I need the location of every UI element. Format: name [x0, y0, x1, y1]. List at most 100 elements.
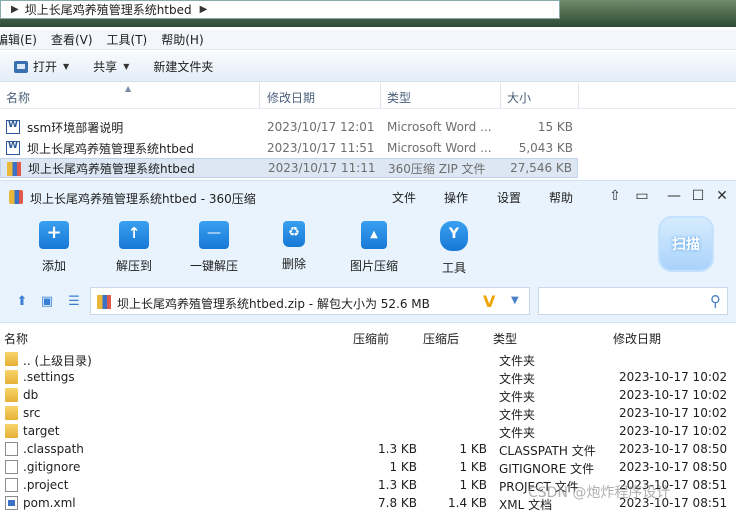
menu-operate[interactable]: 操作: [444, 189, 468, 206]
tools-label: 工具: [441, 261, 466, 275]
file-type: Microsoft Word ...: [387, 120, 492, 134]
archive-row[interactable]: .. (上级目录) 文件夹: [0, 350, 736, 368]
extract-to-label: 解压到: [115, 259, 152, 273]
menu-tools[interactable]: 工具(T): [107, 31, 148, 48]
entry-name: .gitignore: [23, 460, 81, 474]
entry-original-size: 1.3 KB: [378, 442, 417, 456]
column-divider[interactable]: [380, 83, 381, 109]
file-row[interactable]: ssm环境部署说明 2023/10/17 12:01 Microsoft Wor…: [0, 117, 736, 137]
open-button[interactable]: 打开 ▼: [14, 58, 69, 75]
scan-button[interactable]: 扫描: [658, 216, 714, 272]
file-date: 2023/10/17 12:01: [267, 120, 375, 134]
entry-original-size: 1.3 KB: [378, 478, 417, 492]
verified-badge-icon[interactable]: V: [483, 292, 495, 311]
zip-title-bar[interactable]: 坝上长尾鸡养殖管理系统htbed - 360压缩 文件 操作 设置 帮助 ⇧ ▭…: [0, 181, 736, 213]
file-name: 坝上长尾鸡养殖管理系统htbed: [27, 141, 194, 156]
archive-row[interactable]: .settings 文件夹 2023-10-17 10:02: [0, 368, 736, 386]
menu-view[interactable]: 查看(V): [51, 31, 93, 48]
column-name[interactable]: 名称: [6, 89, 30, 106]
menu-bar: 编辑(E) 查看(V) 工具(T) 帮助(H): [0, 30, 736, 50]
tools-button[interactable]: 工具: [424, 221, 484, 276]
column-name[interactable]: 名称: [4, 330, 28, 347]
entry-compressed-size: 1 KB: [459, 442, 487, 456]
image-compress-button[interactable]: 图片压缩: [344, 221, 404, 274]
entry-original-size: 7.8 KB: [378, 496, 417, 510]
folder-icon: [5, 388, 18, 402]
column-divider[interactable]: [500, 83, 501, 109]
thumbnail-view-icon[interactable]: ▣: [39, 295, 55, 309]
entry-compressed-size: 1 KB: [459, 460, 487, 474]
open-label: 打开: [33, 60, 58, 74]
menu-help[interactable]: 帮助: [549, 189, 573, 206]
archive-row[interactable]: .classpath 1.3 KB 1 KB CLASSPATH 文件 2023-10-…: [0, 440, 736, 458]
column-divider[interactable]: [259, 83, 260, 109]
breadcrumb-chevron-icon[interactable]: ▶: [200, 4, 208, 15]
column-type[interactable]: 类型: [493, 330, 517, 347]
entry-name: src: [23, 406, 41, 420]
zip-icon: [97, 295, 111, 309]
entry-type: 文件夹: [499, 408, 536, 422]
column-divider[interactable]: [578, 83, 579, 109]
file-row-selected[interactable]: 坝上长尾鸡养殖管理系统htbed 2023/10/17 11:11 360压缩 …: [0, 158, 578, 178]
column-type[interactable]: 类型: [387, 89, 411, 106]
menu-settings[interactable]: 设置: [497, 189, 521, 206]
file-name: ssm环境部署说明: [27, 120, 124, 135]
word-icon: [6, 120, 20, 134]
search-input[interactable]: ⚲: [538, 287, 728, 315]
file-row[interactable]: 坝上长尾鸡养殖管理系统htbed 2023/10/17 11:51 Micros…: [0, 138, 736, 158]
column-size[interactable]: 大小: [507, 89, 531, 106]
file-size: 5,043 KB: [518, 141, 573, 155]
zip-window: 坝上长尾鸡养殖管理系统htbed - 360压缩 文件 操作 设置 帮助 ⇧ ▭…: [0, 180, 736, 512]
new-folder-button[interactable]: 新建文件夹: [153, 58, 213, 75]
entry-date: 2023-10-17 08:50: [619, 442, 728, 456]
archive-row[interactable]: src 文件夹 2023-10-17 10:02: [0, 404, 736, 422]
feedback-icon[interactable]: ▭: [633, 187, 651, 205]
file-date: 2023/10/17 11:51: [267, 141, 375, 155]
explorer-window: ▶ 坝上长尾鸡养殖管理系统htbed ▶ 编辑(E) 查看(V) 工具(T) 帮…: [0, 0, 736, 190]
archive-row[interactable]: .gitignore 1 KB 1 KB GITIGNORE 文件 2023-10-17…: [0, 458, 736, 476]
entry-compressed-size: 1 KB: [459, 478, 487, 492]
entry-date: 2023-10-17 10:02: [619, 370, 728, 384]
entry-type: 文件夹: [499, 426, 536, 440]
column-compressed-size[interactable]: 压缩后: [423, 330, 459, 347]
up-level-icon[interactable]: ⬆: [14, 295, 30, 309]
file-type: 360压缩 ZIP 文件: [388, 161, 486, 176]
minimize-icon[interactable]: —: [665, 187, 683, 205]
chevron-down-icon: ▼: [123, 62, 130, 71]
one-click-extract-button[interactable]: 一键解压: [184, 221, 244, 274]
extract-to-button[interactable]: 解压到: [104, 221, 164, 274]
column-date[interactable]: 修改日期: [613, 330, 661, 347]
close-icon[interactable]: ✕: [713, 187, 731, 205]
column-date[interactable]: 修改日期: [267, 89, 315, 106]
command-bar: 打开 ▼ 共享 ▼ 新建文件夹: [0, 52, 736, 82]
file-icon: [5, 460, 18, 474]
chevron-down-icon: ▼: [63, 62, 70, 71]
chevron-down-icon[interactable]: ▼: [511, 295, 519, 306]
archive-row[interactable]: target 文件夹 2023-10-17 10:02: [0, 422, 736, 440]
file-type: Microsoft Word ...: [387, 141, 492, 155]
entry-type: 文件夹: [499, 372, 536, 386]
menu-help[interactable]: 帮助(H): [161, 31, 203, 48]
entry-type: 文件夹: [499, 390, 536, 404]
menu-edit[interactable]: 编辑(E): [0, 31, 37, 48]
search-icon[interactable]: ⚲: [710, 292, 721, 310]
open-icon: [14, 60, 28, 73]
folder-icon: [5, 352, 18, 366]
breadcrumb-separator-icon[interactable]: ▶: [11, 4, 19, 15]
skin-icon[interactable]: ⇧: [606, 187, 624, 205]
archive-path-field[interactable]: 坝上长尾鸡养殖管理系统htbed.zip - 解包大小为 52.6 MB V ▼: [90, 287, 530, 315]
breadcrumb-folder[interactable]: 坝上长尾鸡养殖管理系统htbed: [25, 1, 192, 18]
column-original-size[interactable]: 压缩前: [353, 330, 389, 347]
archive-row[interactable]: db 文件夹 2023-10-17 10:02: [0, 386, 736, 404]
menu-file[interactable]: 文件: [392, 189, 416, 206]
delete-button[interactable]: 删除: [264, 221, 324, 272]
list-view-icon[interactable]: ☰: [66, 295, 82, 309]
file-date: 2023/10/17 11:11: [268, 161, 376, 175]
file-name: 坝上长尾鸡养殖管理系统htbed: [28, 161, 195, 176]
entry-date: 2023-10-17 08:50: [619, 460, 728, 474]
share-button[interactable]: 共享 ▼: [93, 58, 129, 75]
address-bar[interactable]: ▶ 坝上长尾鸡养殖管理系统htbed ▶: [0, 0, 560, 19]
add-button[interactable]: 添加: [24, 221, 84, 274]
one-click-extract-icon: [199, 221, 229, 249]
maximize-icon[interactable]: ☐: [689, 187, 707, 205]
